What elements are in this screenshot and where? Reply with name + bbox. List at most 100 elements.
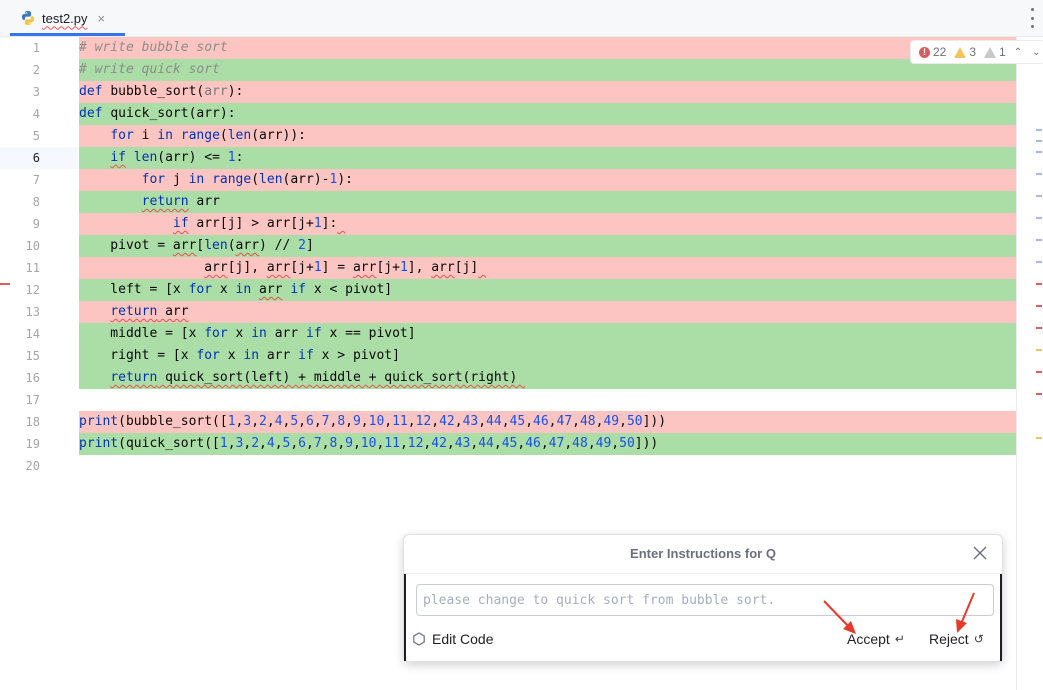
line-code: for i in range(len(arr)):	[110, 128, 307, 143]
line-number: 16	[25, 371, 40, 385]
weak-warnings-count-label: 1	[999, 45, 1006, 59]
instructions-input[interactable]	[416, 584, 994, 616]
code-line[interactable]: 19 print(quick_sort([1,3,2,4,5,6,7,8,9,10…	[0, 433, 1043, 455]
line-number: 1	[32, 41, 40, 55]
line-number: 9	[32, 217, 40, 231]
popup-title: Enter Instructions for Q	[630, 546, 776, 561]
line-number: 15	[25, 349, 40, 363]
code-line[interactable]: 11 arr[j], arr[j+1] = arr[j+1], arr[j]	[0, 257, 1043, 279]
code-line[interactable]: 2 # write quick sort	[0, 59, 1043, 81]
code-line[interactable]: 3 def bubble_sort(arr):	[0, 81, 1043, 103]
line-number: 18	[25, 415, 40, 429]
code-line[interactable]: 12 left = [x for x in arr if x < pivot]	[0, 279, 1043, 301]
line-code: right = [x for x in arr if x > pivot]	[79, 348, 400, 363]
reject-button[interactable]: Reject ↺	[929, 631, 984, 647]
line-code: arr[j], arr[j+1] = arr[j+1], arr[j]	[204, 260, 479, 275]
code-line[interactable]: 7 for j in range(len(arr)-1):	[0, 169, 1043, 191]
error-stripe[interactable]	[1016, 37, 1043, 690]
stripe-mark[interactable]	[1036, 239, 1042, 241]
stripe-mark[interactable]	[1036, 173, 1042, 175]
stripe-mark[interactable]	[1036, 195, 1042, 197]
warnings-count[interactable]: 3	[954, 45, 976, 59]
undo-icon: ↺	[973, 632, 984, 646]
code-line[interactable]: 18 print(bubble_sort([1,3,2,4,5,6,7,8,9,1…	[0, 411, 1043, 433]
line-number: 2	[32, 63, 40, 77]
line-code: print(quick_sort([1,3,2,4,5,6,7,8,9,10,1…	[79, 436, 659, 451]
line-number: 19	[25, 437, 40, 451]
line-number: 10	[25, 239, 40, 253]
code-line[interactable]: 1 # write bubble sort	[0, 37, 1043, 59]
reject-label: Reject	[929, 631, 969, 647]
accept-button[interactable]: Accept ↵	[847, 631, 905, 647]
code-line[interactable]: 4 def quick_sort(arr):	[0, 103, 1043, 125]
edit-code-button[interactable]: Edit Code	[412, 631, 493, 647]
code-line[interactable]: 8 return arr	[0, 191, 1043, 213]
instructions-popup: Enter Instructions for Q Edit Code Accep…	[403, 534, 1003, 662]
code-line[interactable]: 15 right = [x for x in arr if x > pivot]	[0, 345, 1043, 367]
line-code: for j in range(len(arr)-1):	[141, 172, 353, 187]
line-code: def bubble_sort(arr):	[79, 84, 244, 99]
line-code: return quick_sort(left) + middle + quick…	[110, 370, 526, 385]
stripe-mark[interactable]	[1036, 437, 1042, 439]
left-edge-marker	[0, 283, 10, 285]
active-tab-indicator	[10, 33, 125, 36]
stripe-mark[interactable]	[1036, 129, 1042, 131]
stripe-mark[interactable]	[1036, 261, 1042, 263]
line-number: 6	[32, 151, 40, 165]
line-code: def quick_sort(arr):	[79, 106, 236, 121]
line-code: return arr	[141, 194, 220, 209]
code-line[interactable]: 5 for i in range(len(arr)):	[0, 125, 1043, 147]
file-tab[interactable]: test2.py ×	[10, 0, 125, 36]
code-line[interactable]: 10 pivot = arr[len(arr) // 2]	[0, 235, 1043, 257]
stripe-mark[interactable]	[1036, 305, 1042, 307]
stripe-mark[interactable]	[1036, 393, 1042, 395]
close-tab-icon[interactable]: ×	[98, 11, 106, 26]
code-line[interactable]: 16 return quick_sort(left) + middle + qu…	[0, 367, 1043, 389]
stripe-mark[interactable]	[1036, 151, 1042, 153]
accept-label: Accept	[847, 631, 890, 647]
inspection-widget[interactable]: ! 22 3 1 ⌃ ⌄	[910, 40, 1043, 64]
code-line[interactable]: 14 middle = [x for x in arr if x == pivo…	[0, 323, 1043, 345]
line-number: 14	[25, 327, 40, 341]
line-code: pivot = arr[len(arr) // 2]	[79, 238, 314, 253]
enter-key-icon: ↵	[894, 632, 905, 646]
deleted-line-highlight	[79, 301, 1016, 323]
line-code: if len(arr) <= 1:	[110, 150, 244, 165]
close-icon[interactable]	[970, 543, 990, 563]
line-number: 8	[32, 195, 40, 209]
code-line[interactable]: 17	[0, 389, 1043, 411]
warnings-count-label: 3	[969, 45, 977, 59]
stripe-mark[interactable]	[1036, 140, 1042, 142]
stripe-mark[interactable]	[1036, 349, 1042, 351]
line-number: 5	[32, 129, 40, 143]
line-code: # write bubble sort	[79, 40, 228, 55]
stripe-mark[interactable]	[1036, 371, 1042, 373]
stripe-mark[interactable]	[1036, 327, 1042, 329]
errors-count-label: 22	[933, 45, 947, 59]
line-number: 20	[25, 459, 40, 473]
more-options-icon[interactable]	[1027, 8, 1037, 28]
line-code: print(bubble_sort([1,3,2,4,5,6,7,8,9,10,…	[79, 414, 667, 429]
line-number: 13	[25, 305, 40, 319]
chevron-down-icon[interactable]: ⌄	[1032, 47, 1040, 58]
line-code: # write quick sort	[79, 62, 220, 77]
stripe-mark[interactable]	[1036, 217, 1042, 219]
code-line[interactable]: 6 if len(arr) <= 1:	[0, 147, 1043, 169]
warning-icon	[954, 46, 967, 58]
chevron-up-icon[interactable]: ⌃	[1014, 47, 1022, 58]
code-line[interactable]: 13 return arr	[0, 301, 1043, 323]
line-number: 3	[32, 85, 40, 99]
python-file-icon	[22, 11, 34, 25]
code-line[interactable]: 20	[0, 455, 1043, 477]
line-number: 4	[32, 107, 40, 121]
weak-warnings-count[interactable]: 1	[984, 45, 1006, 59]
line-code: return arr	[110, 304, 189, 319]
stripe-mark[interactable]	[1036, 283, 1042, 285]
errors-count[interactable]: ! 22	[919, 45, 946, 59]
popup-body: Edit Code Accept ↵ Reject ↺	[404, 574, 1002, 661]
edit-code-label: Edit Code	[432, 631, 494, 647]
line-code: if arr[j] > arr[j+1]:	[172, 216, 338, 231]
line-number: 11	[25, 261, 40, 275]
line-number: 7	[32, 173, 40, 187]
code-line[interactable]: 9 if arr[j] > arr[j+1]:	[0, 213, 1043, 235]
